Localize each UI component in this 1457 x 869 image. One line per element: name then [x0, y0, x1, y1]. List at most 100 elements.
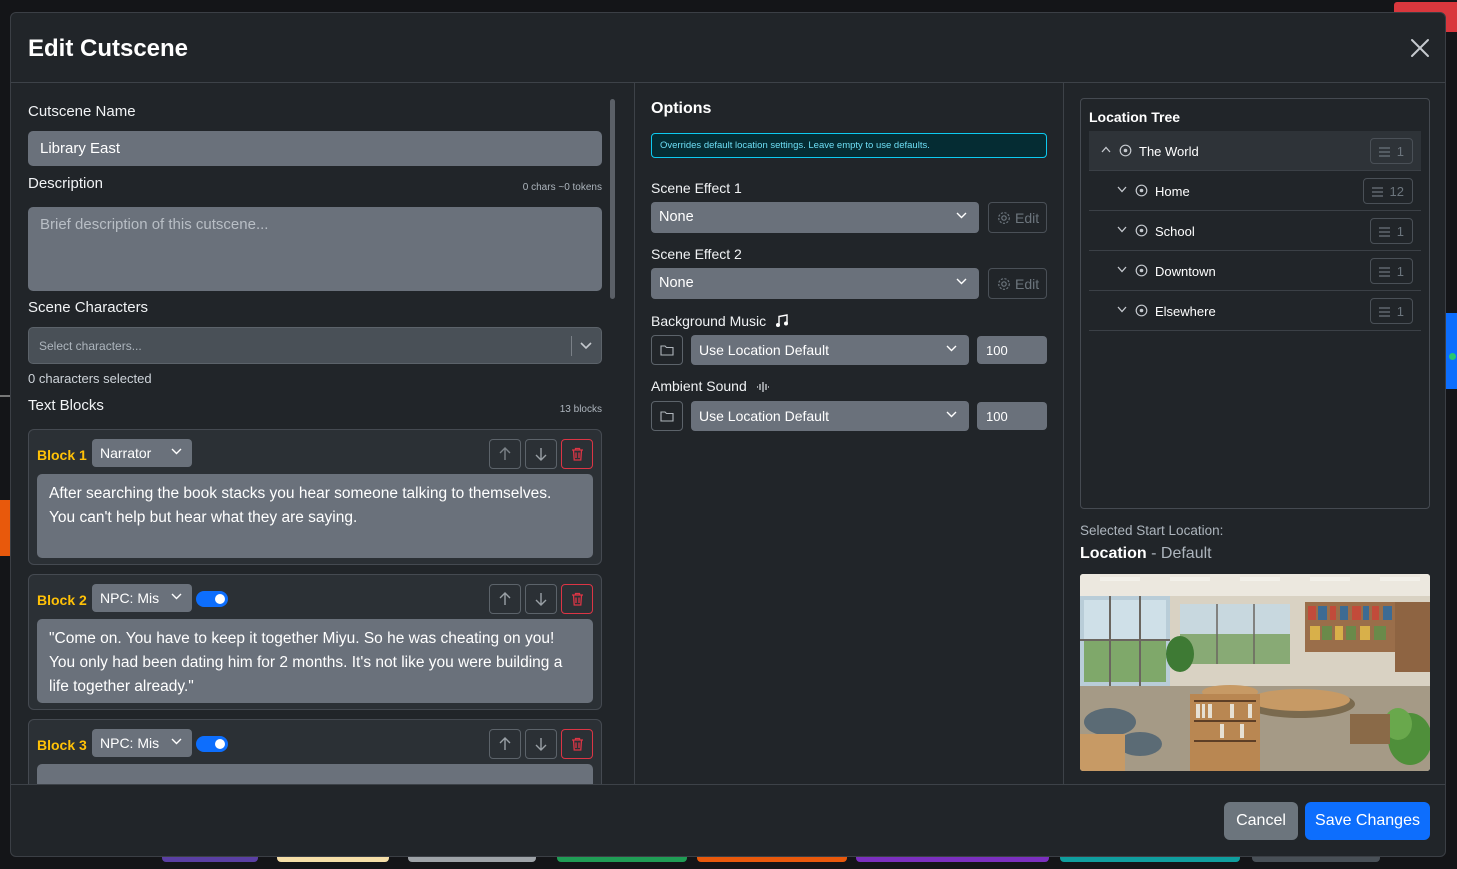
- options-panel: Options Overrides default location setti…: [634, 83, 1064, 785]
- block-textarea[interactable]: "Come on. You have to keep it together M…: [37, 619, 593, 703]
- chevron-down-icon: [956, 278, 967, 285]
- text-blocks-count: 13 blocks: [559, 404, 602, 415]
- tree-item-label: The World: [1139, 144, 1199, 159]
- arrow-down-icon: [535, 448, 547, 461]
- child-count-badge[interactable]: 1: [1369, 218, 1413, 244]
- description-textarea[interactable]: Brief description of this cutscene...: [28, 207, 602, 291]
- chevron-down-icon: [171, 593, 182, 600]
- chevron-up-icon: [1101, 146, 1111, 153]
- npc-toggle[interactable]: [196, 591, 228, 607]
- music-volume-input[interactable]: 100: [977, 336, 1047, 364]
- speaker-select[interactable]: Narrator: [92, 439, 192, 467]
- arrow-down-icon: [535, 593, 547, 606]
- speaker-select[interactable]: NPC: Mis: [92, 729, 192, 757]
- chevron-down-icon: [171, 738, 182, 745]
- start-location-name: Location: [1080, 545, 1147, 562]
- scene-effect-2-label: Scene Effect 2: [651, 246, 742, 262]
- move-up-button[interactable]: [489, 729, 521, 759]
- move-up-button[interactable]: [489, 439, 521, 469]
- move-up-button[interactable]: [489, 584, 521, 614]
- delete-block-button[interactable]: [561, 584, 593, 614]
- arrow-down-icon: [535, 738, 547, 751]
- list-icon: [1378, 147, 1390, 157]
- block-textarea[interactable]: [37, 764, 593, 785]
- folder-icon: [660, 345, 674, 356]
- list-icon: [1378, 267, 1390, 277]
- move-down-button[interactable]: [525, 729, 557, 759]
- chevron-down-icon: [1117, 226, 1127, 233]
- tree-item-elsewhere[interactable]: Elsewhere 1: [1089, 291, 1421, 331]
- text-blocks-label: Text Blocks: [28, 397, 104, 414]
- tree-item-downtown[interactable]: Downtown 1: [1089, 251, 1421, 291]
- cutscene-name-input[interactable]: Library East: [28, 131, 602, 166]
- scene-effect-2-select[interactable]: None: [651, 268, 979, 299]
- ambient-sound-text: Ambient Sound: [651, 378, 747, 394]
- location-preview-image: [1080, 574, 1430, 771]
- chevron-down-icon: [946, 411, 957, 418]
- chevron-down-icon: [946, 345, 957, 352]
- move-down-button[interactable]: [525, 439, 557, 469]
- characters-placeholder: Select characters...: [39, 339, 142, 353]
- browse-music-button[interactable]: [651, 335, 683, 365]
- scrollbar-thumb[interactable]: [610, 99, 615, 299]
- tree-item-label: Downtown: [1155, 264, 1216, 279]
- cutscene-name-label: Cutscene Name: [28, 103, 136, 120]
- child-count-badge[interactable]: 1: [1369, 138, 1413, 164]
- cutscene-details-panel: Cutscene Name Library East Description 0…: [11, 83, 621, 785]
- start-location-value: Location - Default: [1080, 545, 1212, 563]
- gear-icon: [998, 278, 1010, 290]
- location-target-icon: [1135, 304, 1148, 317]
- tree-item-home[interactable]: Home 12: [1089, 171, 1421, 211]
- child-count-badge[interactable]: 12: [1362, 178, 1413, 204]
- speaker-value: Narrator: [100, 445, 152, 461]
- save-changes-button[interactable]: Save Changes: [1305, 802, 1430, 840]
- close-icon[interactable]: [1409, 37, 1431, 59]
- edit-scene-effect-2-button[interactable]: Edit: [988, 268, 1047, 299]
- cancel-button[interactable]: Cancel: [1224, 802, 1298, 840]
- arrow-up-icon: [499, 592, 511, 605]
- text-block-card: Block 3 NPC: Mis: [28, 719, 602, 785]
- tree-item-label: Elsewhere: [1155, 304, 1216, 319]
- block-label: Block 3: [37, 737, 87, 753]
- speaker-value: NPC: Mis: [100, 735, 160, 751]
- tree-item-school[interactable]: School 1: [1089, 211, 1421, 251]
- location-target-icon: [1119, 144, 1132, 157]
- list-icon: [1378, 307, 1390, 317]
- child-count: 1: [1396, 264, 1404, 279]
- edit-scene-effect-1-button[interactable]: Edit: [988, 202, 1047, 233]
- characters-multiselect[interactable]: Select characters...: [28, 327, 602, 364]
- block-textarea[interactable]: After searching the book stacks you hear…: [37, 474, 593, 558]
- tree-item-label: Home: [1155, 184, 1190, 199]
- background-blue-strip: [1446, 313, 1457, 389]
- child-count: 1: [1396, 304, 1404, 319]
- edit-label: Edit: [1015, 210, 1040, 226]
- child-count-badge[interactable]: 1: [1369, 258, 1413, 284]
- chevron-down-icon: [580, 342, 592, 350]
- background-music-label: Background Music: [651, 312, 789, 329]
- gear-icon: [998, 212, 1010, 224]
- delete-block-button[interactable]: [561, 729, 593, 759]
- modal-title: Edit Cutscene: [28, 35, 189, 62]
- location-target-icon: [1135, 264, 1148, 277]
- chevron-down-icon: [1117, 186, 1127, 193]
- tree-item-label: School: [1155, 224, 1195, 239]
- background-music-select[interactable]: Use Location Default: [691, 335, 969, 365]
- ambient-sound-label: Ambient Sound: [651, 378, 769, 394]
- soundwave-icon: [756, 382, 769, 392]
- chevron-down-icon: [956, 212, 967, 219]
- npc-toggle[interactable]: [196, 736, 228, 752]
- tree-item-the-world[interactable]: The World 1: [1089, 131, 1421, 171]
- speaker-select[interactable]: NPC: Mis: [92, 584, 192, 612]
- browse-ambient-button[interactable]: [651, 401, 683, 431]
- chevron-down-icon: [1117, 306, 1127, 313]
- options-info-alert: Overrides default location settings. Lea…: [651, 133, 1047, 158]
- ambient-volume-input[interactable]: 100: [977, 402, 1047, 430]
- scene-effect-1-select[interactable]: None: [651, 202, 979, 233]
- text-block-card: Block 1 Narrator After searching the boo…: [28, 429, 602, 565]
- move-down-button[interactable]: [525, 584, 557, 614]
- delete-block-button[interactable]: [561, 439, 593, 469]
- ambient-sound-select[interactable]: Use Location Default: [691, 401, 969, 431]
- child-count-badge[interactable]: 1: [1369, 298, 1413, 324]
- start-location-label: Selected Start Location:: [1080, 523, 1224, 538]
- chevron-down-icon: [171, 448, 182, 455]
